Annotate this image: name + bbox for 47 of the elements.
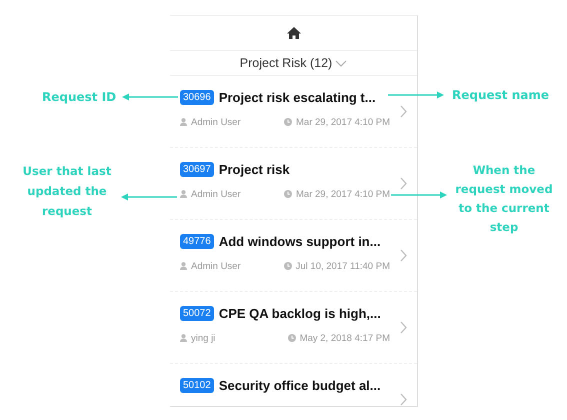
leader-arrow	[122, 94, 178, 100]
chevron-right-icon	[400, 393, 407, 406]
timestamp: Mar 29, 2017 4:10 PM	[296, 116, 390, 128]
request-item[interactable]: 49776 Add windows support in... Admin User Jul 10, 2017 11:40 PM	[170, 220, 417, 292]
chevron-right-icon	[400, 249, 407, 262]
request-name: Security office budget al...	[218, 378, 381, 392]
user-name: Admin User	[191, 260, 241, 272]
leader-arrow	[388, 92, 444, 98]
clock-icon	[284, 118, 292, 126]
user-icon	[180, 334, 187, 342]
chevron-right-icon	[400, 321, 407, 334]
leader-arrow	[121, 194, 177, 200]
user-name: Admin User	[191, 188, 241, 200]
request-id-badge: 50102	[180, 378, 214, 392]
clock-icon	[284, 190, 292, 198]
annotation-label: User that last updated the request	[22, 163, 112, 220]
home-icon[interactable]	[286, 27, 300, 39]
clock-icon	[288, 334, 296, 342]
user-name: Admin User	[191, 116, 241, 128]
project-dropdown[interactable]: Project Risk (12)	[170, 51, 417, 76]
annotation-label: When the request moved to the current step	[454, 162, 554, 236]
chevron-right-icon	[400, 105, 407, 118]
request-name: Project risk	[218, 162, 290, 176]
chevron-right-icon	[400, 177, 407, 190]
leader-arrow	[391, 192, 447, 198]
request-item[interactable]: 50102 Security office budget al...	[170, 364, 417, 406]
timestamp: Jul 10, 2017 11:40 PM	[296, 260, 390, 272]
request-item[interactable]: 30696 Project risk escalating t... Admin User Mar 29, 2017 4:10 PM	[170, 76, 417, 148]
chevron-down-icon	[335, 60, 348, 67]
annotation-label: Request ID	[42, 89, 116, 106]
request-id-badge: 30697	[180, 162, 214, 176]
user-icon	[180, 262, 187, 270]
request-name: CPE QA backlog is high,...	[218, 306, 381, 320]
user-icon	[180, 118, 187, 126]
timestamp: Mar 29, 2017 4:10 PM	[296, 188, 390, 200]
clock-icon	[284, 262, 292, 270]
request-name: Add windows support in...	[218, 234, 381, 248]
request-id-badge: 50072	[180, 306, 214, 320]
user-name: ying ji	[191, 332, 216, 344]
request-id-badge: 49776	[180, 234, 214, 248]
request-id-badge: 30696	[180, 90, 214, 104]
timestamp: May 2, 2018 4:17 PM	[300, 332, 390, 344]
user-icon	[180, 190, 187, 198]
request-item[interactable]: 30697 Project risk Admin User Mar 29, 2017 4:10 PM	[170, 148, 417, 220]
request-name: Project risk escalating t...	[218, 90, 376, 104]
request-item[interactable]: 50072 CPE QA backlog is high,... ying ji May 2, 2018 4:17 PM	[170, 292, 417, 364]
annotation-label: Request name	[452, 87, 549, 104]
